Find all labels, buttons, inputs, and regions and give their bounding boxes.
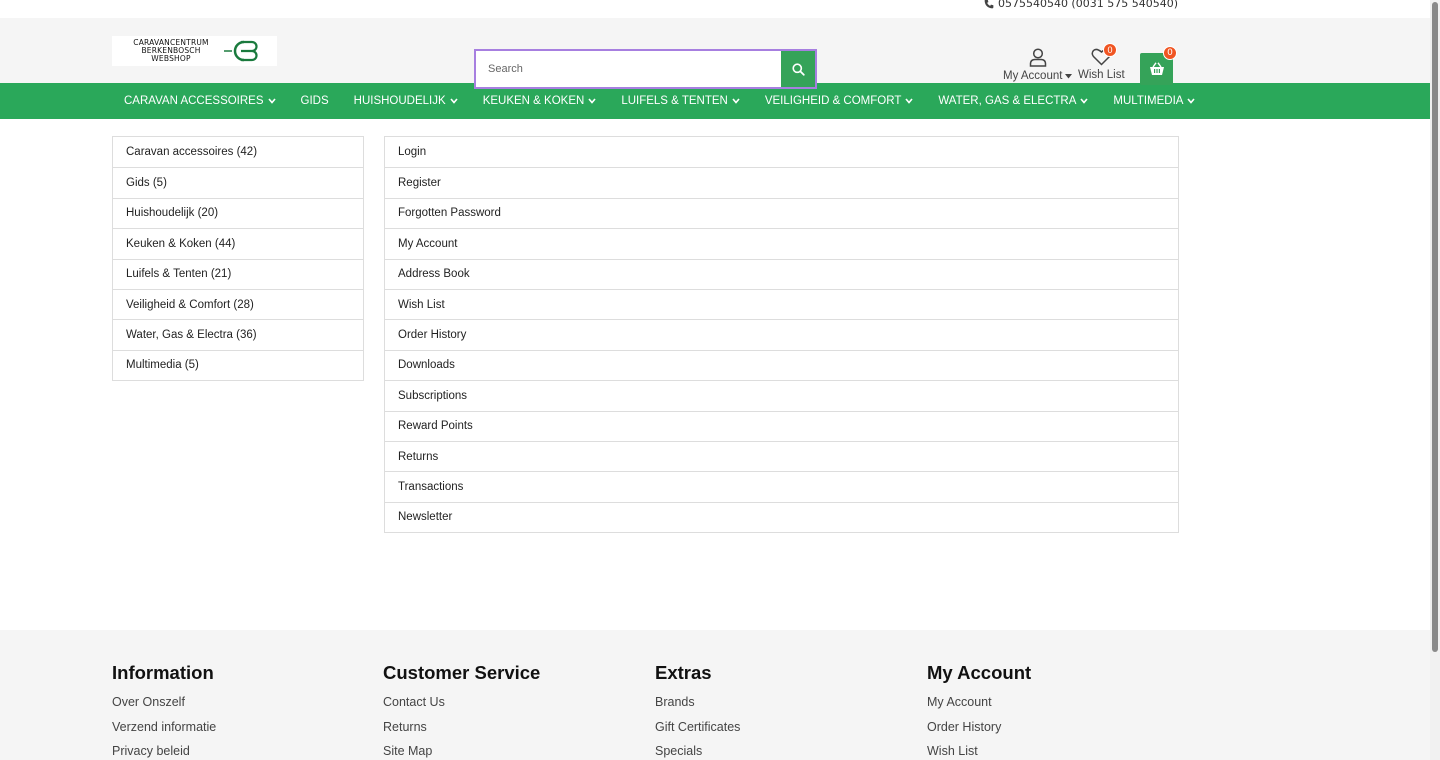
nav-item-label: KEUKEN & KOKEN: [482, 95, 585, 107]
nav-item-label: MULTIMEDIA: [1113, 95, 1184, 107]
nav-item-label: HUISHOUDELIJK: [353, 95, 446, 107]
basket-icon: [1149, 62, 1164, 75]
footer-heading-extras: Extras: [655, 662, 712, 683]
footer-extras: Extras Brands Gift Certificates Specials: [655, 662, 740, 760]
search-button[interactable]: [781, 51, 815, 87]
logo-mark-icon: [224, 40, 258, 62]
account-link[interactable]: Transactions: [385, 471, 1178, 501]
phone-number: 0575540540 (0031 575 540540): [997, 0, 1178, 10]
chevron-down-icon: [588, 98, 596, 104]
chevron-down-icon: [905, 98, 913, 104]
category-item[interactable]: Veiligheid & Comfort (28): [113, 288, 363, 319]
account-link[interactable]: Forgotten Password: [385, 197, 1178, 228]
footer-link[interactable]: Returns: [383, 715, 540, 740]
page-scrollbar[interactable]: [1430, 0, 1440, 760]
footer-heading-my-account: My Account: [927, 662, 1032, 683]
top-bar: 0575540540 (0031 575 540540): [0, 0, 1440, 18]
footer-customer-service: Customer Service Contact Us Returns Site…: [383, 662, 540, 760]
user-icon: [1029, 48, 1046, 67]
category-item[interactable]: Keuken & Koken (44): [113, 228, 363, 258]
account-links-list: Login Register Forgotten Password My Accoun…: [384, 136, 1179, 534]
category-list: Caravan accessoires (42) Gids (5) Huishoud…: [112, 136, 364, 382]
my-account-label: My Account: [1003, 70, 1063, 82]
category-item[interactable]: Caravan accessoires (42): [113, 137, 363, 167]
category-item[interactable]: Gids (5): [113, 167, 363, 197]
footer-link[interactable]: Over Onszelf: [112, 690, 216, 715]
account-link[interactable]: Order History: [385, 319, 1178, 349]
footer-link[interactable]: Order History: [927, 715, 1031, 740]
nav-item-label: LUIFELS & TENTEN: [621, 95, 728, 107]
nav-item-label: VEILIGHEID & COMFORT: [764, 95, 902, 107]
footer-link[interactable]: Gift Certificates: [655, 715, 740, 740]
category-item[interactable]: Water, Gas & Electra (36): [113, 319, 363, 349]
account-link[interactable]: Newsletter: [385, 501, 1178, 532]
cart-button[interactable]: 0: [1140, 46, 1177, 85]
nav-item[interactable]: MULTIMEDIA: [1113, 95, 1196, 107]
nav-item-label: WATER, GAS & ELECTRA: [938, 95, 1077, 107]
caret-down-icon: [1065, 73, 1073, 78]
site-logo[interactable]: CARAVANCENTRUM BERKENBOSCH WEBSHOP: [112, 36, 277, 66]
footer-my-account: My Account My Account Order History Wish…: [927, 662, 1031, 760]
chevron-down-icon: [732, 98, 740, 104]
footer-information: Information Over Onszelf Verzend informa…: [112, 662, 216, 760]
nav-item[interactable]: GIDS: [301, 95, 329, 107]
logo-line-3: WEBSHOP: [151, 54, 191, 63]
footer-link[interactable]: Wish List: [927, 739, 1031, 760]
category-item[interactable]: Multimedia (5): [113, 349, 363, 380]
site-header: CARAVANCENTRUM BERKENBOSCH WEBSHOP My Ac…: [0, 18, 1440, 89]
nav-item-label: GIDS: [300, 95, 329, 107]
search-icon: [791, 62, 805, 76]
wish-list-link[interactable]: Wish List 0: [1078, 43, 1125, 81]
category-item[interactable]: Huishoudelijk (20): [113, 197, 363, 228]
category-item[interactable]: Luifels & Tenten (21): [113, 258, 363, 289]
nav-item[interactable]: CARAVAN ACCESSOIRES: [124, 95, 276, 107]
site-footer: Information Over Onszelf Verzend informa…: [0, 630, 1430, 760]
footer-link[interactable]: Specials: [655, 739, 740, 760]
nav-item[interactable]: VEILIGHEID & COMFORT: [765, 95, 914, 107]
scrollbar-thumb[interactable]: [1432, 2, 1438, 652]
wishlist-count-badge: 0: [1103, 43, 1117, 57]
footer-heading-customer-service: Customer Service: [383, 662, 541, 683]
account-link[interactable]: Address Book: [385, 258, 1178, 289]
footer-link[interactable]: My Account: [927, 690, 1031, 715]
footer-link[interactable]: Contact Us: [383, 690, 540, 715]
chevron-down-icon: [267, 98, 276, 104]
footer-link[interactable]: Verzend informatie: [112, 715, 216, 740]
search-input[interactable]: [476, 51, 781, 87]
nav-item[interactable]: HUISHOUDELIJK: [354, 95, 458, 107]
account-link[interactable]: Downloads: [385, 349, 1178, 380]
account-link[interactable]: Register: [385, 167, 1178, 197]
footer-link[interactable]: Privacy beleid: [112, 739, 216, 760]
footer-link[interactable]: Brands: [655, 690, 740, 715]
account-link[interactable]: Returns: [385, 440, 1178, 471]
chevron-down-icon: [450, 98, 458, 104]
nav-item-label: CARAVAN ACCESSOIRES: [124, 95, 264, 107]
chevron-down-icon: [1080, 98, 1088, 104]
account-link[interactable]: My Account: [385, 228, 1178, 258]
account-link[interactable]: Subscriptions: [385, 380, 1178, 410]
wish-list-label: Wish List: [1078, 69, 1125, 81]
nav-item[interactable]: WATER, GAS & ELECTRA: [938, 95, 1088, 107]
search-bar: [474, 49, 817, 89]
chevron-down-icon: [1187, 98, 1196, 104]
account-link[interactable]: Reward Points: [385, 410, 1178, 441]
logo-text: CARAVANCENTRUM BERKENBOSCH WEBSHOP: [122, 39, 220, 63]
nav-item[interactable]: LUIFELS & TENTEN: [621, 95, 740, 107]
nav-item[interactable]: KEUKEN & KOKEN: [483, 95, 597, 107]
footer-link[interactable]: Site Map: [383, 739, 540, 760]
footer-heading-information: Information: [112, 662, 214, 683]
account-link[interactable]: Login: [385, 137, 1178, 167]
phone-contact[interactable]: 0575540540 (0031 575 540540): [984, 0, 1178, 10]
my-account-menu[interactable]: My Account: [1003, 48, 1073, 82]
account-link[interactable]: Wish List: [385, 288, 1178, 319]
phone-icon: [984, 0, 994, 8]
cart-count-badge: 0: [1163, 46, 1177, 60]
